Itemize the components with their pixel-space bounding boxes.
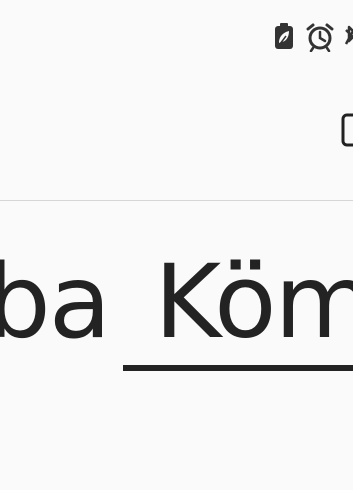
headword-link-underline xyxy=(123,365,353,371)
battery-saver-icon xyxy=(275,23,293,49)
square-button-icon xyxy=(341,113,353,147)
headword-link[interactable]: Köm xyxy=(154,238,353,368)
status-bar xyxy=(274,22,353,52)
alarm-icon xyxy=(306,23,334,52)
header-divider xyxy=(0,200,353,201)
status-bar-icons xyxy=(275,23,353,52)
bluetooth-icon xyxy=(344,25,353,45)
headword-line: ba Köm xyxy=(0,238,353,378)
toolbar-action-button[interactable] xyxy=(341,113,353,147)
screen: ba Köm xyxy=(0,0,353,490)
headword-prefix: ba xyxy=(0,243,111,362)
